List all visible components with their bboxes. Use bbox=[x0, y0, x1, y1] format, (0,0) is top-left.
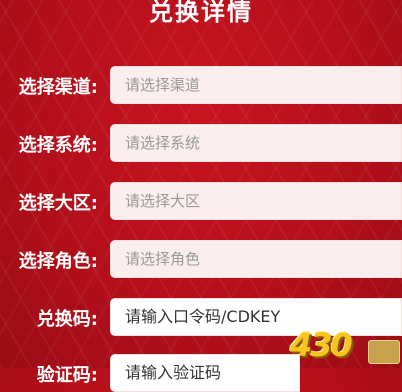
system-label: 选择系统: bbox=[18, 135, 98, 156]
channel-row: 选择渠道: 请选择渠道 bbox=[0, 66, 402, 104]
captcha-input[interactable]: 请输入验证码 bbox=[110, 354, 300, 392]
captcha-label: 验证码: bbox=[36, 365, 98, 386]
watermark-digits: 430 bbox=[290, 326, 353, 364]
region-row: 选择大区: 请选择大区 bbox=[0, 182, 402, 220]
watermark-sub: 游戏 bbox=[375, 327, 396, 337]
role-select[interactable]: 请选择角色 bbox=[110, 240, 402, 278]
role-label: 选择角色: bbox=[18, 251, 98, 272]
region-label: 选择大区: bbox=[18, 193, 98, 214]
page-title: 兑换详情 bbox=[149, 0, 253, 26]
watermark-logo: 430 游戏 bbox=[284, 318, 402, 368]
code-label: 兑换码: bbox=[36, 309, 98, 330]
region-select[interactable]: 请选择大区 bbox=[110, 182, 402, 220]
captcha-image[interactable] bbox=[368, 340, 400, 364]
role-row: 选择角色: 请选择角色 bbox=[0, 240, 402, 278]
channel-select[interactable]: 请选择渠道 bbox=[110, 66, 402, 104]
channel-label: 选择渠道: bbox=[18, 77, 98, 98]
system-select[interactable]: 请选择系统 bbox=[110, 124, 402, 162]
system-row: 选择系统: 请选择系统 bbox=[0, 124, 402, 162]
